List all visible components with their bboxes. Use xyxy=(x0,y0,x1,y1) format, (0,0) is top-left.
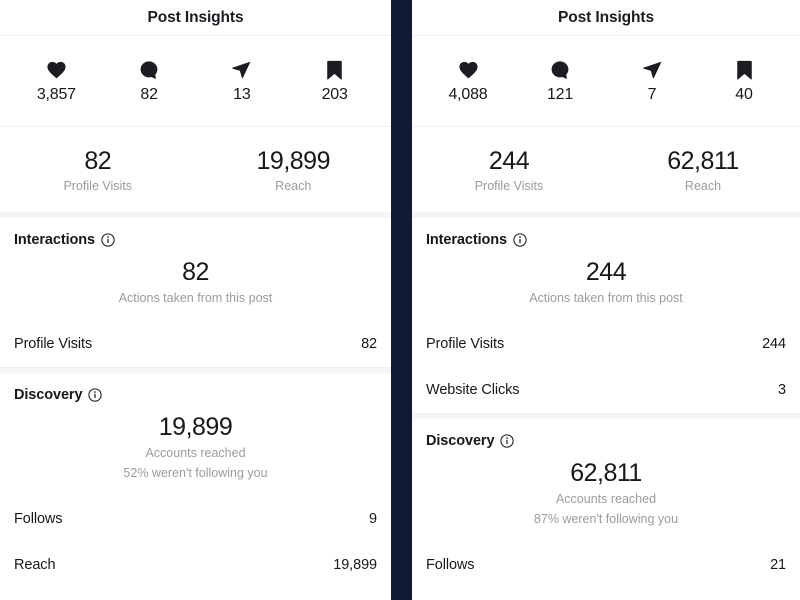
discovery-hero-value: 62,811 xyxy=(570,459,642,488)
panel-header-left: Post Insights xyxy=(0,0,391,36)
discovery-title: Discovery xyxy=(14,387,83,404)
engagement-comments[interactable]: 82 xyxy=(103,59,196,104)
summary-reach-value: 19,899 xyxy=(256,146,331,175)
summary-reach-value: 62,811 xyxy=(667,146,739,175)
metric-name: Reach xyxy=(14,557,56,574)
interactions-header: Interactions xyxy=(412,218,800,248)
engagement-shares[interactable]: 13 xyxy=(196,59,289,104)
interactions-hero: 244 Actions taken from this post xyxy=(412,248,800,321)
summary-row-left: 82 Profile Visits 19,899 Reach xyxy=(0,127,391,218)
engagement-stats-row-right: 4,088 121 7 40 xyxy=(412,36,800,127)
interactions-hero: 82 Actions taken from this post xyxy=(0,248,391,321)
metric-row: Profile Visits 82 xyxy=(0,321,391,367)
page-title: Post Insights xyxy=(557,8,654,26)
metric-name: Website Clicks xyxy=(426,382,520,399)
interactions-header: Interactions xyxy=(0,218,391,248)
interactions-section-right: Interactions 244 Actions taken from this… xyxy=(412,218,800,414)
discovery-hero-value: 19,899 xyxy=(158,413,233,442)
info-icon[interactable] xyxy=(500,434,515,448)
summary-reach: 19,899 Reach xyxy=(196,147,392,193)
engagement-shares-value: 7 xyxy=(647,85,657,103)
interactions-hero-value: 82 xyxy=(182,258,209,286)
metric-row: Follows 21 xyxy=(412,542,800,588)
metric-name: Follows xyxy=(14,511,63,528)
post-insights-panel-right: Post Insights 4,088 121 7 40 244 Profile… xyxy=(412,0,800,600)
metric-value: 82 xyxy=(361,336,377,353)
discovery-title: Discovery xyxy=(426,433,495,450)
post-insights-comparison: Post Insights 3,857 82 13 203 82 Profile… xyxy=(0,0,800,600)
engagement-comments-value: 121 xyxy=(546,85,574,103)
share-icon xyxy=(231,59,253,81)
discovery-hero-caption-line2: 52% weren't following you xyxy=(123,466,268,481)
metric-row: Reach 19,899 xyxy=(0,542,391,588)
metric-row: Website Clicks 3 xyxy=(412,367,800,413)
discovery-hero-caption-line2: 87% weren't following you xyxy=(533,512,679,527)
engagement-saves-value: 203 xyxy=(321,85,348,103)
discovery-header: Discovery xyxy=(0,373,391,403)
bookmark-icon xyxy=(324,59,346,81)
engagement-shares-value: 13 xyxy=(233,85,251,103)
engagement-saves[interactable]: 40 xyxy=(698,59,790,104)
heart-icon xyxy=(45,59,67,81)
discovery-hero: 19,899 Accounts reached 52% weren't foll… xyxy=(0,403,391,496)
discovery-section-left: Discovery 19,899 Accounts reached 52% we… xyxy=(0,373,391,589)
panel-header-right: Post Insights xyxy=(412,0,800,36)
summary-profile-visits-value: 244 xyxy=(488,146,530,175)
summary-profile-visits: 82 Profile Visits xyxy=(0,147,196,193)
metric-value: 21 xyxy=(770,557,786,574)
discovery-hero: 62,811 Accounts reached 87% weren't foll… xyxy=(412,449,800,542)
comment-icon xyxy=(549,59,571,81)
discovery-hero-caption-line1: Accounts reached xyxy=(145,446,246,461)
heart-icon xyxy=(457,59,479,81)
metric-value: 3 xyxy=(778,382,786,399)
summary-profile-visits-label: Profile Visits xyxy=(63,178,133,193)
info-icon[interactable] xyxy=(101,233,115,247)
engagement-comments-value: 82 xyxy=(140,85,158,103)
metric-value: 9 xyxy=(369,511,377,528)
page-title: Post Insights xyxy=(147,8,244,26)
summary-row-right: 244 Profile Visits 62,811 Reach xyxy=(412,127,800,218)
interactions-hero-caption: Actions taken from this post xyxy=(118,291,273,305)
metric-name: Profile Visits xyxy=(14,336,93,353)
engagement-likes-value: 4,088 xyxy=(448,85,488,103)
summary-reach: 62,811 Reach xyxy=(606,147,800,193)
engagement-stats-row-left: 3,857 82 13 203 xyxy=(0,36,391,127)
engagement-likes[interactable]: 4,088 xyxy=(422,59,514,104)
interactions-title: Interactions xyxy=(14,232,95,248)
discovery-hero-caption-line1: Accounts reached xyxy=(555,492,657,507)
summary-profile-visits-value: 82 xyxy=(84,146,112,175)
engagement-saves[interactable]: 203 xyxy=(288,59,381,104)
engagement-saves-value: 40 xyxy=(735,85,753,103)
discovery-section-right: Discovery 62,811 Accounts reached 87% we… xyxy=(412,419,800,589)
metric-name: Follows xyxy=(426,557,475,574)
summary-reach-label: Reach xyxy=(684,178,722,193)
interactions-hero-value: 244 xyxy=(585,258,627,286)
interactions-hero-caption: Actions taken from this post xyxy=(529,291,683,305)
comment-icon xyxy=(138,59,160,81)
post-insights-panel-left: Post Insights 3,857 82 13 203 82 Profile… xyxy=(0,0,391,600)
discovery-header: Discovery xyxy=(412,419,800,449)
metric-value: 244 xyxy=(762,336,786,353)
engagement-likes-value: 3,857 xyxy=(36,85,76,103)
summary-profile-visits-label: Profile Visits xyxy=(474,178,544,193)
summary-profile-visits: 244 Profile Visits xyxy=(412,147,606,193)
metric-row: Profile Visits 244 xyxy=(412,321,800,367)
summary-reach-label: Reach xyxy=(275,178,312,193)
engagement-comments[interactable]: 121 xyxy=(514,59,606,104)
metric-name: Profile Visits xyxy=(426,336,505,353)
engagement-shares[interactable]: 7 xyxy=(606,59,698,104)
engagement-likes[interactable]: 3,857 xyxy=(10,59,103,104)
panel-divider xyxy=(391,0,412,600)
share-icon xyxy=(641,59,663,81)
interactions-section-left: Interactions 82 Actions taken from this … xyxy=(0,218,391,368)
metric-row: Follows 9 xyxy=(0,496,391,542)
info-icon[interactable] xyxy=(88,388,103,402)
metric-value: 19,899 xyxy=(333,557,377,574)
info-icon[interactable] xyxy=(513,233,527,247)
bookmark-icon xyxy=(733,59,755,81)
interactions-title: Interactions xyxy=(426,232,507,248)
